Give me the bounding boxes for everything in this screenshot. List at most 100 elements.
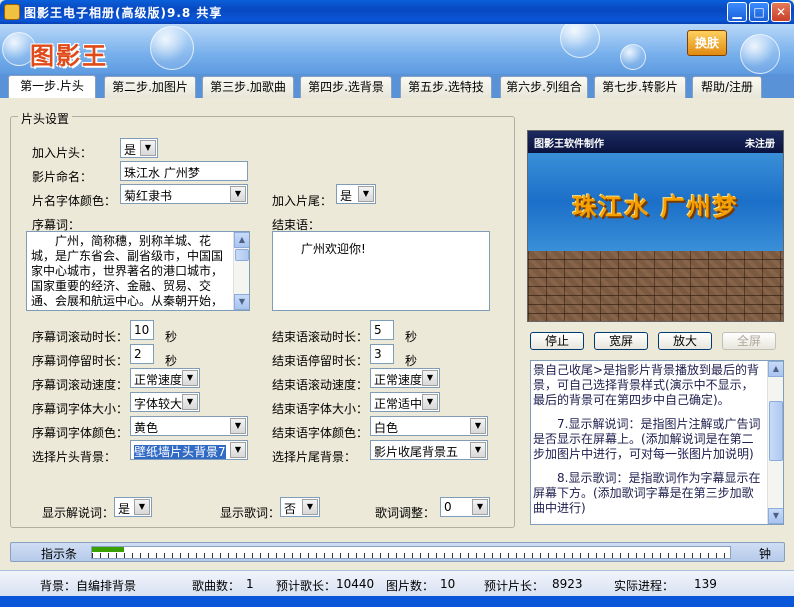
preface-font-size-select[interactable]: 字体较大 ▼ <box>130 392 200 412</box>
ending-textarea[interactable]: 广州欢迎你! <box>272 231 490 311</box>
show-narration-label: 显示解说词： <box>42 506 115 520</box>
preview-brand-text: 图影王软件制作 <box>534 139 604 150</box>
preface-font-color-select[interactable]: 黄色 ▼ <box>130 416 248 436</box>
seconds-unit: 秒 <box>165 330 178 344</box>
status-pictures-label: 图片数： <box>386 579 435 593</box>
preface-speed-label: 序幕词滚动速度： <box>32 378 129 392</box>
preface-scroll-duration-label: 序幕词滚动时长： <box>32 330 129 344</box>
scroll-down-icon[interactable]: ▼ <box>768 508 783 524</box>
help-text: 景自己收尾>是指影片背景播放到最后的背景，可自己选择背景样式(演示中不显示，最后… <box>533 363 765 524</box>
timeline-progress <box>92 547 124 552</box>
status-songs-value: 1 <box>246 577 254 591</box>
status-progress-value: 139 <box>694 577 717 591</box>
preview-status-text: 未注册 <box>745 139 775 150</box>
bubble-decoration <box>560 24 600 58</box>
title-bar: 图影王电子相册(高级版)9.8 共享 ▁ □ ✕ <box>0 0 794 24</box>
lyrics-adjust-select[interactable]: 0 ▼ <box>440 497 490 517</box>
preview-header-strip: 图影王软件制作 未注册 <box>528 131 783 153</box>
title-font-color-select[interactable]: 菊红隶书 ▼ <box>120 184 248 204</box>
help-paragraph: 8.显示歌词：是指歌词作为字幕显示在屏幕下方。(添加歌词字幕是在第三步加歌曲中进… <box>533 471 761 515</box>
ending-stay-duration-label: 结束语停留时长： <box>272 354 369 368</box>
footer-background-select[interactable]: 影片收尾背景五 ▼ <box>370 440 488 460</box>
tab-step5-effects[interactable]: 第五步.选特技 <box>400 76 492 98</box>
preface-stay-duration-label: 序幕词停留时长： <box>32 354 129 368</box>
show-narration-select[interactable]: 是 ▼ <box>114 497 152 517</box>
scroll-down-icon[interactable]: ▼ <box>234 294 249 310</box>
header-background-select[interactable]: 壁纸墙片头背景7 ▼ <box>130 440 248 460</box>
preface-scrollbar[interactable]: ▲ ▼ <box>233 232 249 310</box>
app-icon <box>4 4 20 20</box>
seconds-unit: 秒 <box>405 354 418 368</box>
title-font-color-label: 片名字体颜色： <box>32 194 117 208</box>
status-background: 背景：自编排背景 <box>40 579 137 593</box>
video-preview[interactable]: 图影王软件制作 未注册 珠江水 广州梦 <box>527 130 784 322</box>
chevron-down-icon: ▼ <box>470 442 486 458</box>
zoom-in-button[interactable]: 放大 <box>658 332 712 350</box>
add-footer-label: 加入片尾： <box>272 194 333 208</box>
tab-step2-add-pictures[interactable]: 第二步.加图片 <box>104 76 196 98</box>
chevron-down-icon: ▼ <box>358 186 374 202</box>
fullscreen-button[interactable]: 全屏 <box>722 332 776 350</box>
ending-font-size-select[interactable]: 正常适中 ▼ <box>370 392 440 412</box>
tab-step6-combine[interactable]: 第六步.列组合 <box>500 76 588 98</box>
help-scrollbar[interactable]: ▲ ▼ <box>767 361 783 524</box>
main-panel: 片头设置 加入片头： 是 ▼ 影片命名： 珠江水 广州梦 片名字体颜色： 菊红隶… <box>0 98 794 538</box>
preface-textarea[interactable]: 广州，简称穗，别称羊城、花城，是广东省会、副省级市，中国国家中心城市，世界著名的… <box>26 231 250 311</box>
preview-title: 珠江水 广州梦 <box>572 193 739 221</box>
seconds-unit: 秒 <box>405 330 418 344</box>
add-header-select[interactable]: 是 ▼ <box>120 138 158 158</box>
stop-button[interactable]: 停止 <box>530 332 584 350</box>
close-button[interactable]: ✕ <box>771 2 791 22</box>
ending-scroll-duration-label: 结束语滚动时长： <box>272 330 369 344</box>
timeline-ruler[interactable] <box>91 546 731 559</box>
status-est-song-length-value: 10440 <box>336 577 375 591</box>
minimize-button[interactable]: ▁ <box>727 2 747 22</box>
film-name-input[interactable]: 珠江水 广州梦 <box>120 161 248 181</box>
chevron-down-icon: ▼ <box>230 442 246 458</box>
show-lyrics-select[interactable]: 否 ▼ <box>280 497 320 517</box>
banner: 图影王 换肤 <box>0 24 794 74</box>
scroll-up-icon[interactable]: ▲ <box>234 232 249 248</box>
maximize-button[interactable]: □ <box>749 2 769 22</box>
tab-help-register[interactable]: 帮助/注册 <box>692 76 762 98</box>
step-tabs: 第一步.片头 第二步.加图片 第三步.加歌曲 第四步.选背景 第五步.选特技 第… <box>0 74 794 98</box>
ending-stay-duration-input[interactable]: 3 <box>370 344 394 364</box>
footer-background-label: 选择片尾背景： <box>272 450 357 464</box>
tab-step3-add-songs[interactable]: 第三步.加歌曲 <box>202 76 294 98</box>
ending-speed-select[interactable]: 正常速度 ▼ <box>370 368 440 388</box>
chevron-down-icon: ▼ <box>302 499 318 515</box>
tab-step7-convert[interactable]: 第七步.转影片 <box>594 76 686 98</box>
window-title: 图影王电子相册(高级版)9.8 共享 <box>24 6 223 20</box>
scroll-thumb[interactable] <box>769 401 783 461</box>
preface-stay-duration-input[interactable]: 2 <box>130 344 154 364</box>
close-icon: ✕ <box>775 5 787 19</box>
indicator-label: 指示条 <box>41 547 78 561</box>
ending-font-color-select[interactable]: 白色 ▼ <box>370 416 488 436</box>
skin-button[interactable]: 换肤 <box>687 30 727 56</box>
preface-font-size-label: 序幕词字体大小： <box>32 402 129 416</box>
ending-speed-label: 结束语滚动速度： <box>272 378 369 392</box>
tab-step1-header[interactable]: 第一步.片头 <box>8 75 96 98</box>
status-est-film-length-label: 预计片长： <box>484 579 545 593</box>
widescreen-button[interactable]: 宽屏 <box>594 332 648 350</box>
preface-font-color-label: 序幕词字体颜色： <box>32 426 129 440</box>
film-name-label: 影片命名： <box>32 170 93 184</box>
group-title: 片头设置 <box>18 110 73 127</box>
bubble-decoration <box>620 44 646 70</box>
maximize-icon: □ <box>753 5 765 19</box>
scroll-up-icon[interactable]: ▲ <box>768 361 783 377</box>
chevron-down-icon: ▼ <box>470 418 486 434</box>
show-lyrics-label: 显示歌词： <box>220 506 281 520</box>
preface-scroll-duration-input[interactable]: 10 <box>130 320 154 340</box>
help-text-box[interactable]: 景自己收尾>是指影片背景播放到最后的背景，可自己选择背景样式(演示中不显示，最后… <box>530 360 784 525</box>
preface-speed-select[interactable]: 正常速度 ▼ <box>130 368 200 388</box>
header-background-label: 选择片头背景： <box>32 450 117 464</box>
ending-font-size-label: 结束语字体大小： <box>272 402 369 416</box>
add-footer-select[interactable]: 是 ▼ <box>336 184 376 204</box>
add-header-label: 加入片头： <box>32 146 93 160</box>
scroll-thumb[interactable] <box>235 249 249 261</box>
lyrics-adjust-label: 歌词调整： <box>375 506 436 520</box>
tab-step4-background[interactable]: 第四步.选背景 <box>300 76 392 98</box>
ending-scroll-duration-input[interactable]: 5 <box>370 320 394 340</box>
help-paragraph: 景自己收尾>是指影片背景播放到最后的背景，可自己选择背景样式(演示中不显示，最后… <box>533 363 760 407</box>
